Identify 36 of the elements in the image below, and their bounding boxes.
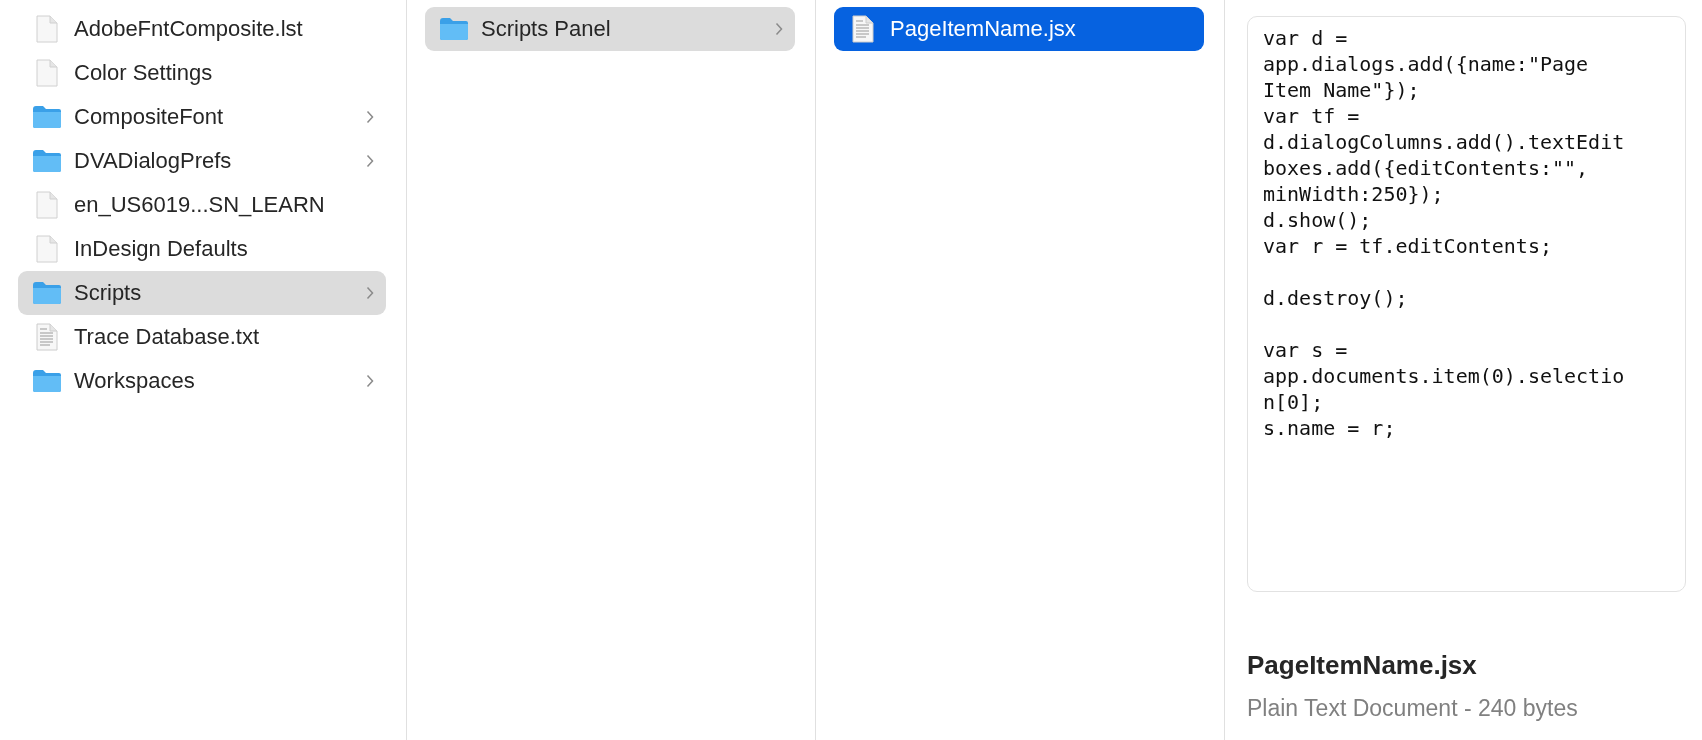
file-name: Scripts Panel — [481, 16, 612, 42]
file-row[interactable]: Scripts — [18, 271, 386, 315]
file-name: AdobeFntComposite.lst — [74, 16, 304, 42]
document-icon — [36, 15, 58, 43]
file-row[interactable]: Color Settings — [18, 51, 386, 95]
file-row[interactable]: en_US6019...SN_LEARN — [18, 183, 386, 227]
file-name: Trace Database.txt — [74, 324, 261, 350]
file-row[interactable]: AdobeFntComposite.lst — [18, 7, 386, 51]
document-icon — [36, 235, 58, 263]
folder-icon — [32, 369, 62, 393]
preview-file-name: PageItemName.jsx — [1247, 650, 1478, 681]
file-preview: var d = app.dialogs.add({name:"Page Item Name"}); var tf = d.dialogColumns.add().textEdit boxes.add({editContents:"", minWidth:250}); d.show(); var r = tf.editContents; d.destroy(); var s = app.documents.item(0).selectio n[0]; s.name = r; — [1247, 16, 1686, 592]
file-name: Workspaces — [74, 368, 196, 394]
folder-icon — [32, 281, 62, 305]
file-row[interactable]: InDesign Defaults — [18, 227, 386, 271]
file-name: Scripts — [74, 280, 143, 306]
folder-icon — [32, 149, 62, 173]
file-name: DVADialogPrefs — [74, 148, 233, 174]
text-document-icon — [852, 15, 874, 43]
file-row[interactable]: Workspaces — [18, 359, 386, 403]
file-name: PageItemName.jsx — [890, 16, 1077, 42]
file-row[interactable]: PageItemName.jsx — [834, 7, 1204, 51]
file-row[interactable]: DVADialogPrefs — [18, 139, 386, 183]
file-row[interactable]: Trace Database.txt — [18, 315, 386, 359]
file-name: CompositeFont — [74, 104, 225, 130]
document-icon — [36, 59, 58, 87]
preview-file-info: Plain Text Document - 240 bytes — [1247, 695, 1579, 722]
text-document-icon — [36, 323, 58, 351]
file-name: InDesign Defaults — [74, 236, 249, 262]
file-name: en_US6019...SN_LEARN — [74, 192, 326, 218]
document-icon — [36, 191, 58, 219]
folder-icon — [439, 17, 469, 41]
file-name: Color Settings — [74, 60, 214, 86]
file-row[interactable]: Scripts Panel — [425, 7, 795, 51]
file-row[interactable]: CompositeFont — [18, 95, 386, 139]
folder-icon — [32, 105, 62, 129]
